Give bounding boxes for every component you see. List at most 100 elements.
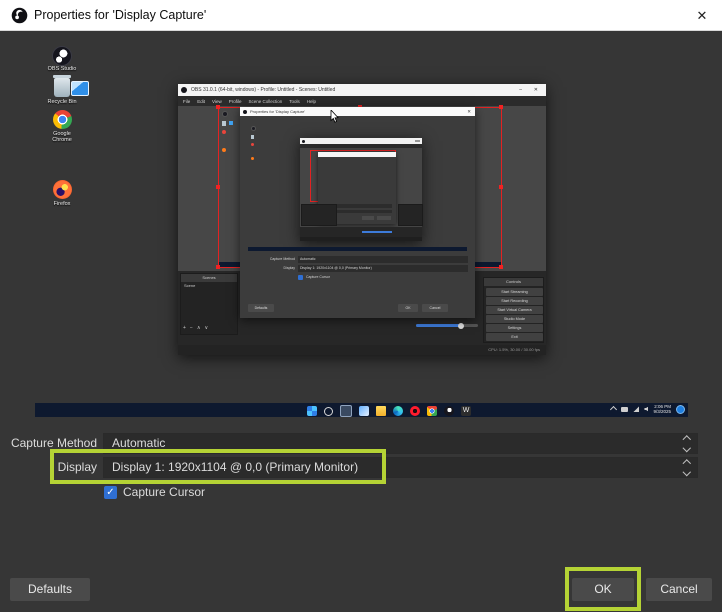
nested-capture-method-field: Automatic [298,256,468,263]
nested-capture-method-label: Capture Method [240,256,295,263]
source-handle [499,185,503,189]
photos-icon [229,121,233,125]
source-handle [216,185,220,189]
menu-item: Edit [197,99,205,104]
obs-menubar: File Edit View Profile Scene Collection … [178,96,546,106]
controls-dock: Controls Start Streaming Start Recording… [483,277,544,343]
defaults-button[interactable]: Defaults [10,578,90,601]
task-view-icon [340,405,352,417]
obs-logo-icon [243,110,247,114]
menu-item: Tools [289,99,300,104]
obs-main-window: OBS 31.0.1 (64-bit, windows) - Profile: … [178,84,546,355]
notification-badge [676,405,685,414]
battery-icon [621,407,628,412]
move-up-icon: ∧ [197,325,201,332]
clock-date: 9/3/2025 [653,409,671,414]
display-select[interactable]: Display 1: 1920x1104 @ 0,0 (Primary Moni… [103,457,698,478]
chrome-icon [222,130,226,134]
menu-item: Scene Collection [248,99,282,104]
obs-studio-icon [222,111,228,117]
menu-item: File [183,99,190,104]
obs-status-bar: CPU: 1.5%, 30.00 / 30.00 fps [178,345,546,355]
photos-icon [71,81,89,96]
start-recording-button: Start Recording [486,297,543,305]
obs-logo-icon [11,7,28,24]
taskbar: W 2:06 PM 9/3/2025 [35,403,688,417]
app-icon: W [461,406,471,416]
close-icon: ✕ [467,107,471,116]
nested-display-field: Display 1: 1920x1104 @ 0,0 (Primary Moni… [298,265,468,272]
menu-item: Profile [229,99,242,104]
properties-dialog: Properties for 'Display Capture' ✕ OBS S… [0,0,722,612]
capture-cursor-checkbox[interactable]: ✓ [104,486,117,499]
nested-dialog-body: Capture Method Automatic Display Display… [240,116,475,318]
start-virtual-camera-button: Start Virtual Camera [486,306,543,314]
spinner-down-icon[interactable] [683,444,691,452]
exit-button: Exit [486,333,543,341]
source-handle [499,265,503,269]
recursive-obs-window [300,138,422,241]
nested-display-label: Display [240,265,295,272]
spinner-up-icon[interactable] [683,435,691,443]
file-explorer-icon [376,406,386,416]
start-streaming-button: Start Streaming [486,288,543,296]
minimize-icon: – [519,84,522,96]
firefox-icon [53,180,72,199]
spinner-icons[interactable] [681,458,693,477]
desktop-icon-label: Recycle Bin [43,99,81,105]
close-icon: ✕ [534,84,538,96]
close-icon[interactable]: ✕ [688,0,716,31]
obs-taskbar-icon [444,406,454,416]
dialog-titlebar: Properties for 'Display Capture' ✕ [0,0,722,31]
recursive-desktop-icons [221,110,235,170]
display-label: Display [0,457,97,478]
nested-capture-cursor-checkbox [298,275,303,280]
display-value: Display 1: 1920x1104 @ 0,0 (Primary Moni… [112,460,358,474]
controls-dock-header: Controls [484,278,543,286]
tray-expand-icon [610,405,617,412]
desktop-icon-label: OBS Studio [43,66,81,72]
volume-slider-knob [458,323,464,329]
desktop-icon-obs: OBS Studio [43,46,81,72]
nested-preview [248,122,467,251]
capture-method-label: Capture Method [0,433,97,454]
taskbar-clock: 2:06 PM 9/3/2025 [653,404,671,414]
menu-item: Help [307,99,316,104]
desktop-icon-chrome: Google Chrome [43,110,81,143]
scenes-dock: Scenes Scene + − ∧ ∨ [180,273,238,335]
start-icon [307,406,317,416]
obs-window-titlebar: OBS 31.0.1 (64-bit, windows) - Profile: … [178,84,546,96]
nested-dialog-title: Properties for 'Display Capture' [250,107,440,116]
desktop-icon-label: Google Chrome [43,131,81,143]
volume-slider-fill [416,324,461,327]
capture-cursor-label: Capture Cursor [123,486,205,499]
source-handle [499,105,503,109]
settings-button: Settings [486,324,543,332]
widgets-icon [359,406,369,416]
checkmark-icon: ✓ [106,487,114,498]
studio-mode-button: Studio Mode [486,315,543,323]
source-handle [216,265,220,269]
nested-cancel-button: Cancel [422,304,448,312]
nested-dialog-titlebar: Properties for 'Display Capture' ✕ [240,107,475,116]
search-icon [324,407,333,416]
spinner-down-icon[interactable] [683,468,691,476]
nested-ok-button: OK [398,304,418,312]
cancel-button[interactable]: Cancel [646,578,712,601]
recursive-taskbar [248,247,467,251]
recycle-bin-icon [54,78,70,97]
spinner-icons[interactable] [681,434,693,453]
mouse-cursor-icon [330,110,339,123]
desktop-icon-label: Firefox [43,201,81,207]
taskbar-system-tray: 2:06 PM 9/3/2025 [611,404,685,414]
nested-properties-dialog: Properties for 'Display Capture' ✕ [240,107,475,318]
ok-button[interactable]: OK [572,578,634,601]
display-capture-preview: OBS Studio Recycle Bin Google Chrome Fir… [35,41,688,417]
capture-method-select[interactable]: Automatic [103,433,698,454]
obs-studio-icon [52,46,72,66]
spinner-up-icon[interactable] [683,459,691,467]
nested-defaults-button: Defaults [248,304,274,312]
scenes-dock-toolbar: + − ∧ ∨ [183,325,208,332]
nested-capture-cursor-label: Capture Cursor [306,274,376,281]
edge-icon [393,406,403,416]
